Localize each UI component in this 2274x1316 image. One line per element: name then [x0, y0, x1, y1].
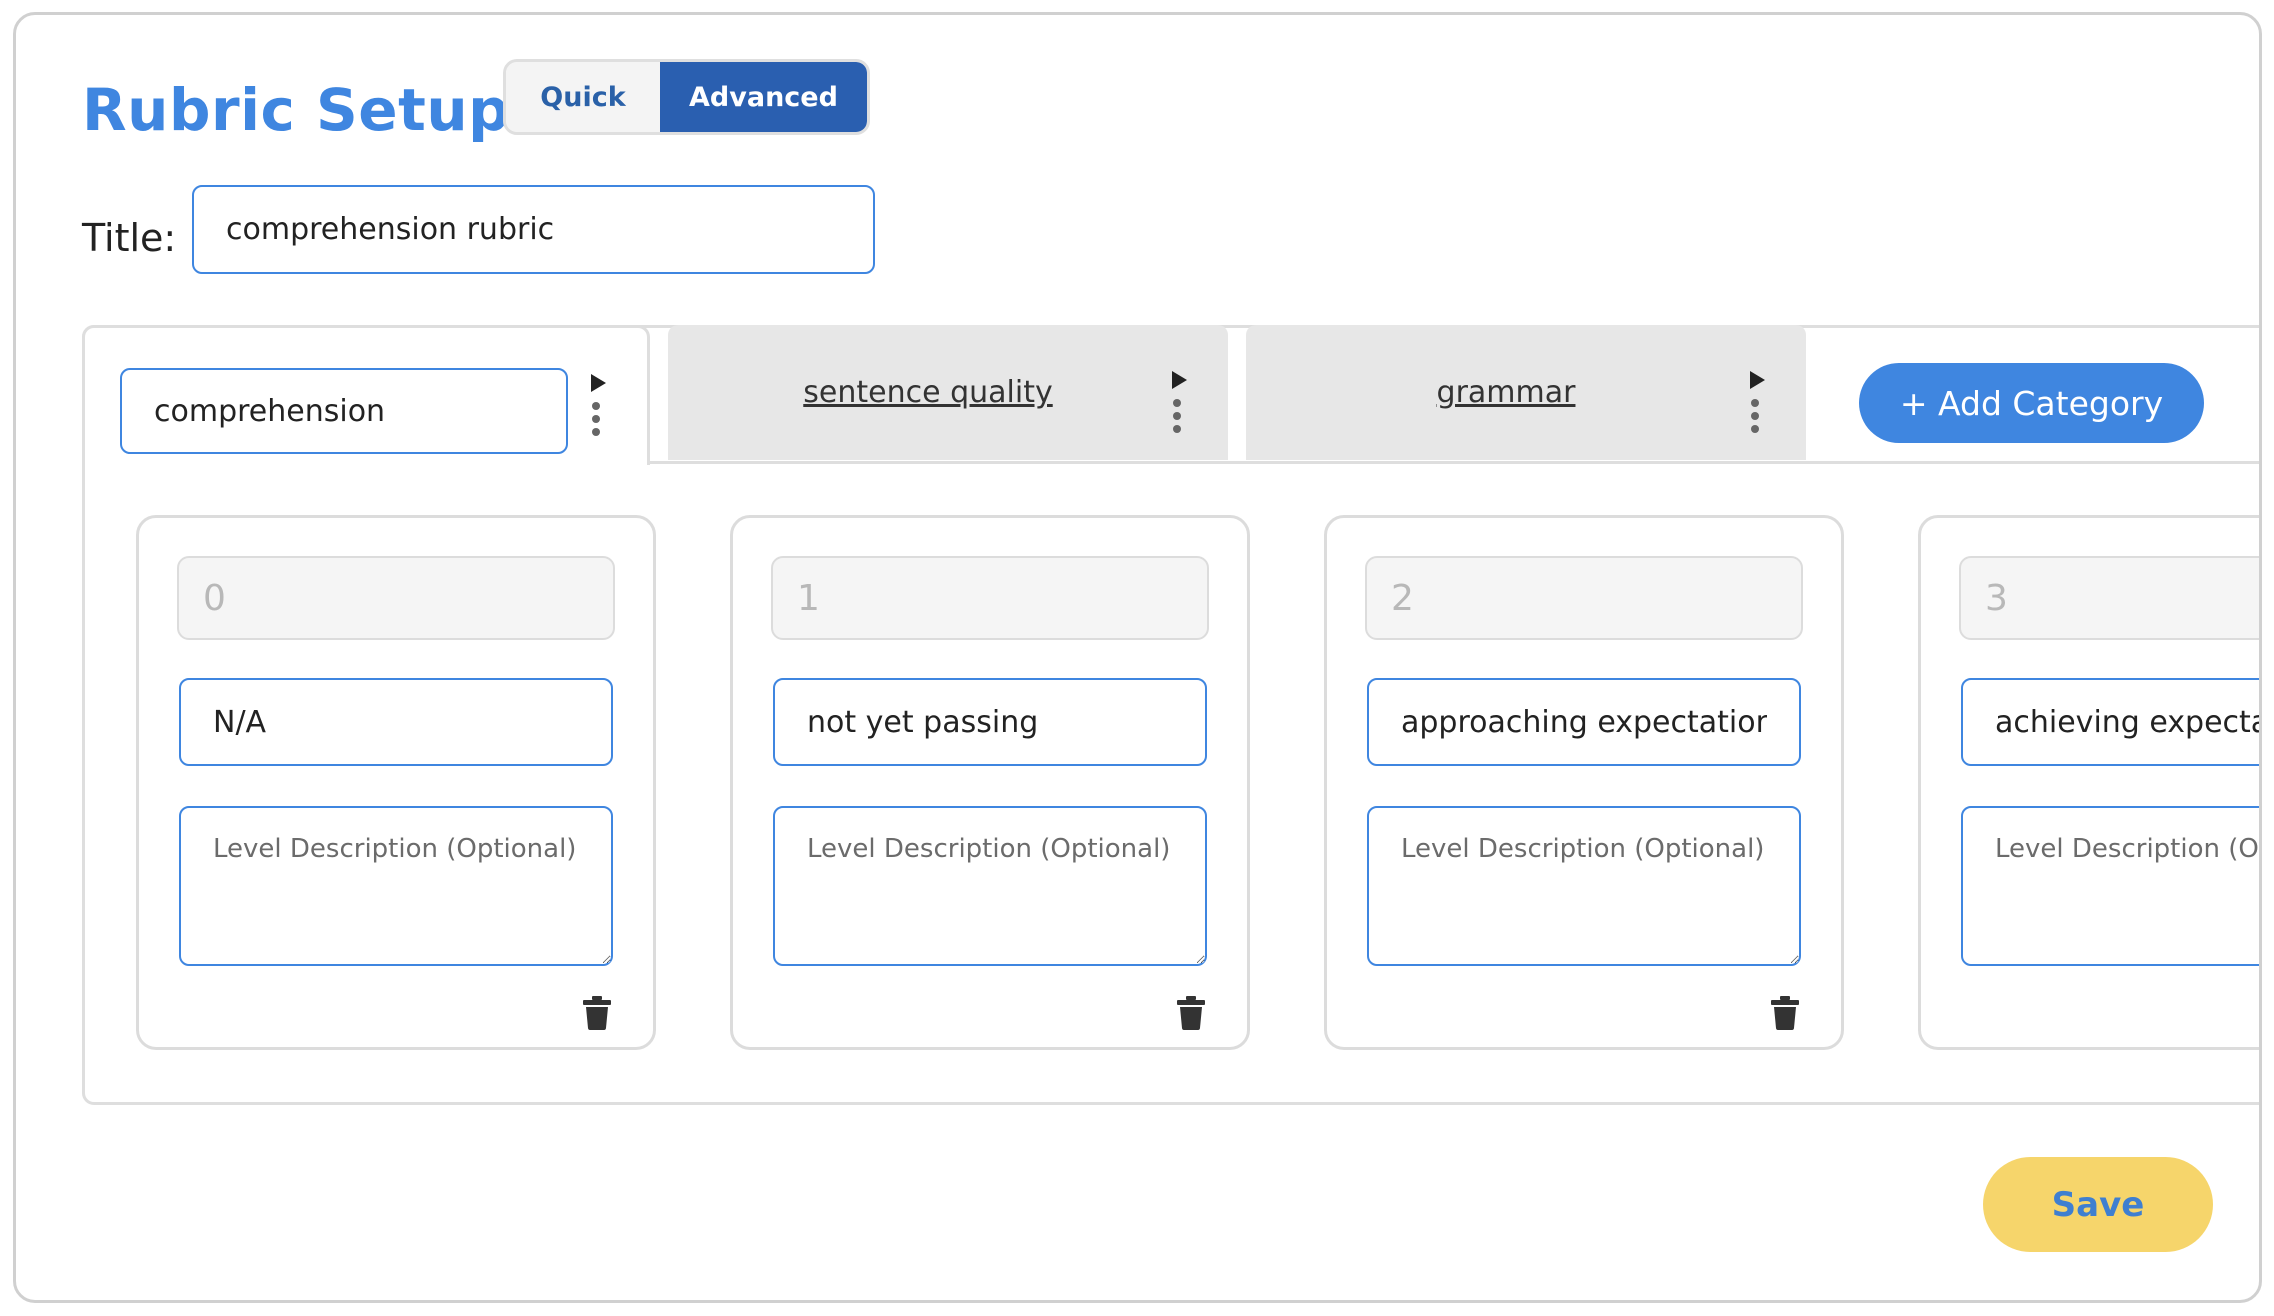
tab-comprehension[interactable] [82, 325, 650, 465]
trash-icon[interactable] [583, 996, 611, 1030]
level-description-input[interactable] [179, 806, 613, 966]
trash-icon[interactable] [1771, 996, 1799, 1030]
trash-icon[interactable] [1177, 996, 1205, 1030]
tab-tools [1168, 371, 1198, 451]
title-input[interactable] [192, 185, 875, 274]
add-category-button[interactable]: + Add Category [1859, 363, 2204, 443]
rubric-setup-window: Rubric Setup Quick Advanced Title: sente… [13, 12, 2262, 1303]
play-icon[interactable] [591, 374, 606, 392]
score-input[interactable] [1959, 556, 2259, 640]
score-input[interactable] [177, 556, 615, 640]
save-button[interactable]: Save [1983, 1157, 2213, 1252]
tab-label[interactable]: grammar [1246, 375, 1766, 410]
level-card [1324, 515, 1844, 1050]
level-description-input[interactable] [1961, 806, 2259, 966]
kebab-icon[interactable] [592, 402, 602, 442]
title-label: Title: [82, 216, 177, 260]
score-input[interactable] [1365, 556, 1803, 640]
tab-sentence-quality[interactable]: sentence quality [668, 325, 1228, 460]
level-description-input[interactable] [773, 806, 1207, 966]
page-title: Rubric Setup [82, 76, 511, 144]
kebab-icon[interactable] [1751, 399, 1761, 439]
level-card [136, 515, 656, 1050]
category-name-input[interactable] [120, 368, 568, 454]
level-label-input[interactable] [773, 678, 1207, 766]
score-input[interactable] [771, 556, 1209, 640]
level-label-input[interactable] [1961, 678, 2259, 766]
mode-toggle: Quick Advanced [503, 59, 870, 135]
level-card [1918, 515, 2259, 1050]
advanced-mode-button[interactable]: Advanced [660, 62, 867, 132]
kebab-icon[interactable] [1173, 399, 1183, 439]
play-icon[interactable] [1750, 371, 1765, 389]
level-label-input[interactable] [179, 678, 613, 766]
tab-label[interactable]: sentence quality [668, 375, 1188, 410]
tab-grammar[interactable]: grammar [1246, 325, 1806, 460]
tab-tools [587, 374, 617, 454]
tab-tools [1746, 371, 1776, 451]
tab-strip-divider [647, 461, 2259, 464]
level-description-input[interactable] [1367, 806, 1801, 966]
play-icon[interactable] [1172, 371, 1187, 389]
quick-mode-button[interactable]: Quick [506, 62, 660, 132]
level-label-input[interactable] [1367, 678, 1801, 766]
category-tabs: sentence quality grammar + Add Category [82, 325, 2259, 1300]
level-card [730, 515, 1250, 1050]
